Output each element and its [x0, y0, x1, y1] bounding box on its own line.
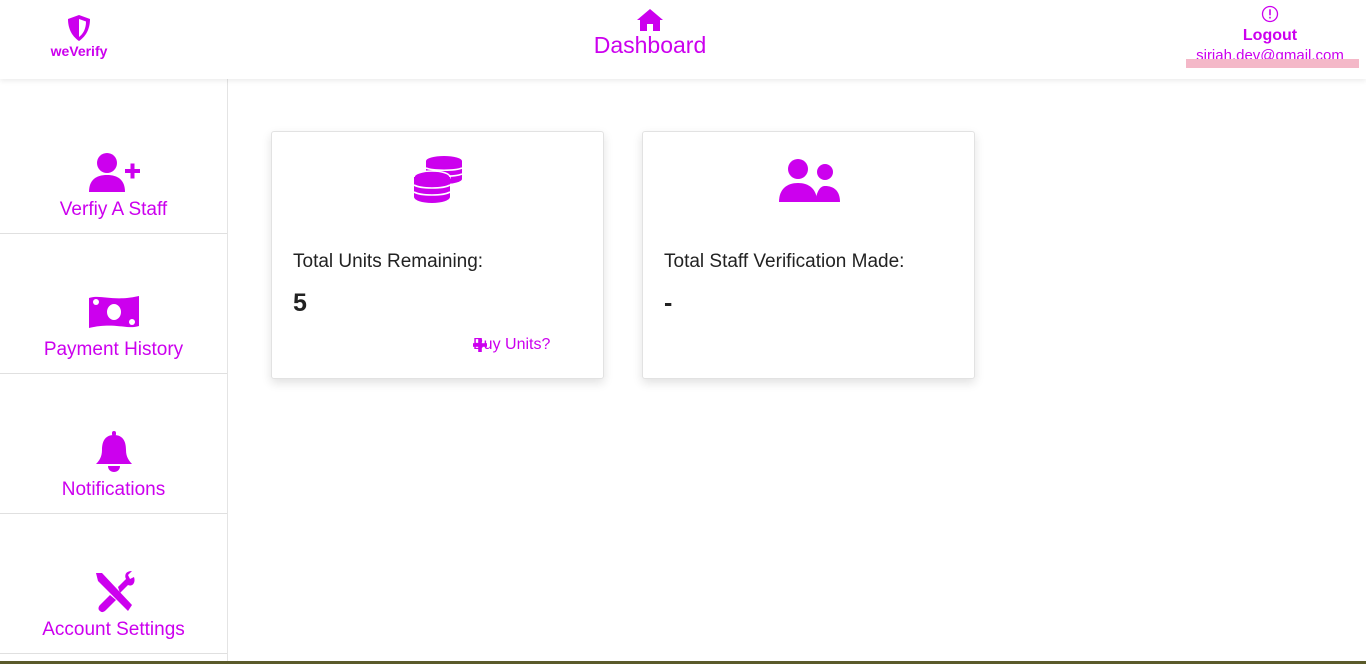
sidebar-item-verify-staff[interactable]: Verfiy A Staff: [0, 94, 227, 234]
staff-verification-card: Total Staff Verification Made: -: [642, 131, 975, 379]
user-panel: Logout sirjah.dev@gmail.com: [1180, 5, 1360, 61]
page-header: Dashboard: [560, 8, 740, 59]
logout-button[interactable]: Logout: [1180, 27, 1360, 45]
staff-verification-value: -: [664, 289, 673, 317]
bell-icon: [95, 431, 132, 472]
sidebar-item-label: Verfiy A Staff: [59, 199, 168, 220]
units-remaining-value: 5: [293, 289, 307, 317]
shield-icon: [68, 15, 90, 41]
sidebar: Verfiy A Staff Payment History Notificat…: [0, 79, 228, 664]
alert-circle-icon: [1261, 5, 1279, 23]
top-header: weVerify Dashboard Logout sirjah.dev@gma…: [0, 0, 1366, 79]
sidebar-item-label: Notifications: [61, 479, 166, 500]
sidebar-item-label: Account Settings: [42, 619, 185, 640]
money-bill-icon: [88, 296, 139, 328]
email-redaction: [1186, 59, 1359, 68]
buy-units-link[interactable]: Buy Units?: [473, 336, 550, 354]
staff-verification-label: Total Staff Verification Made:: [664, 251, 905, 272]
units-remaining-card: Total Units Remaining: 5 Buy Units?: [271, 131, 604, 379]
plus-icon: [473, 338, 487, 352]
sidebar-item-account-settings[interactable]: Account Settings: [0, 514, 227, 654]
page-title: Dashboard: [593, 32, 707, 58]
brand-logo[interactable]: weVerify: [40, 14, 118, 59]
units-remaining-label: Total Units Remaining:: [293, 251, 484, 272]
coins-icon: [413, 156, 463, 203]
sidebar-item-label: Payment History: [43, 339, 184, 360]
sidebar-item-payment-history[interactable]: Payment History: [0, 234, 227, 374]
user-plus-icon: [88, 153, 140, 192]
tools-icon: [95, 571, 135, 613]
sidebar-item-notifications[interactable]: Notifications: [0, 374, 227, 514]
home-icon[interactable]: [636, 8, 664, 32]
users-icon: [779, 159, 840, 202]
brand-name: weVerify: [50, 43, 108, 59]
